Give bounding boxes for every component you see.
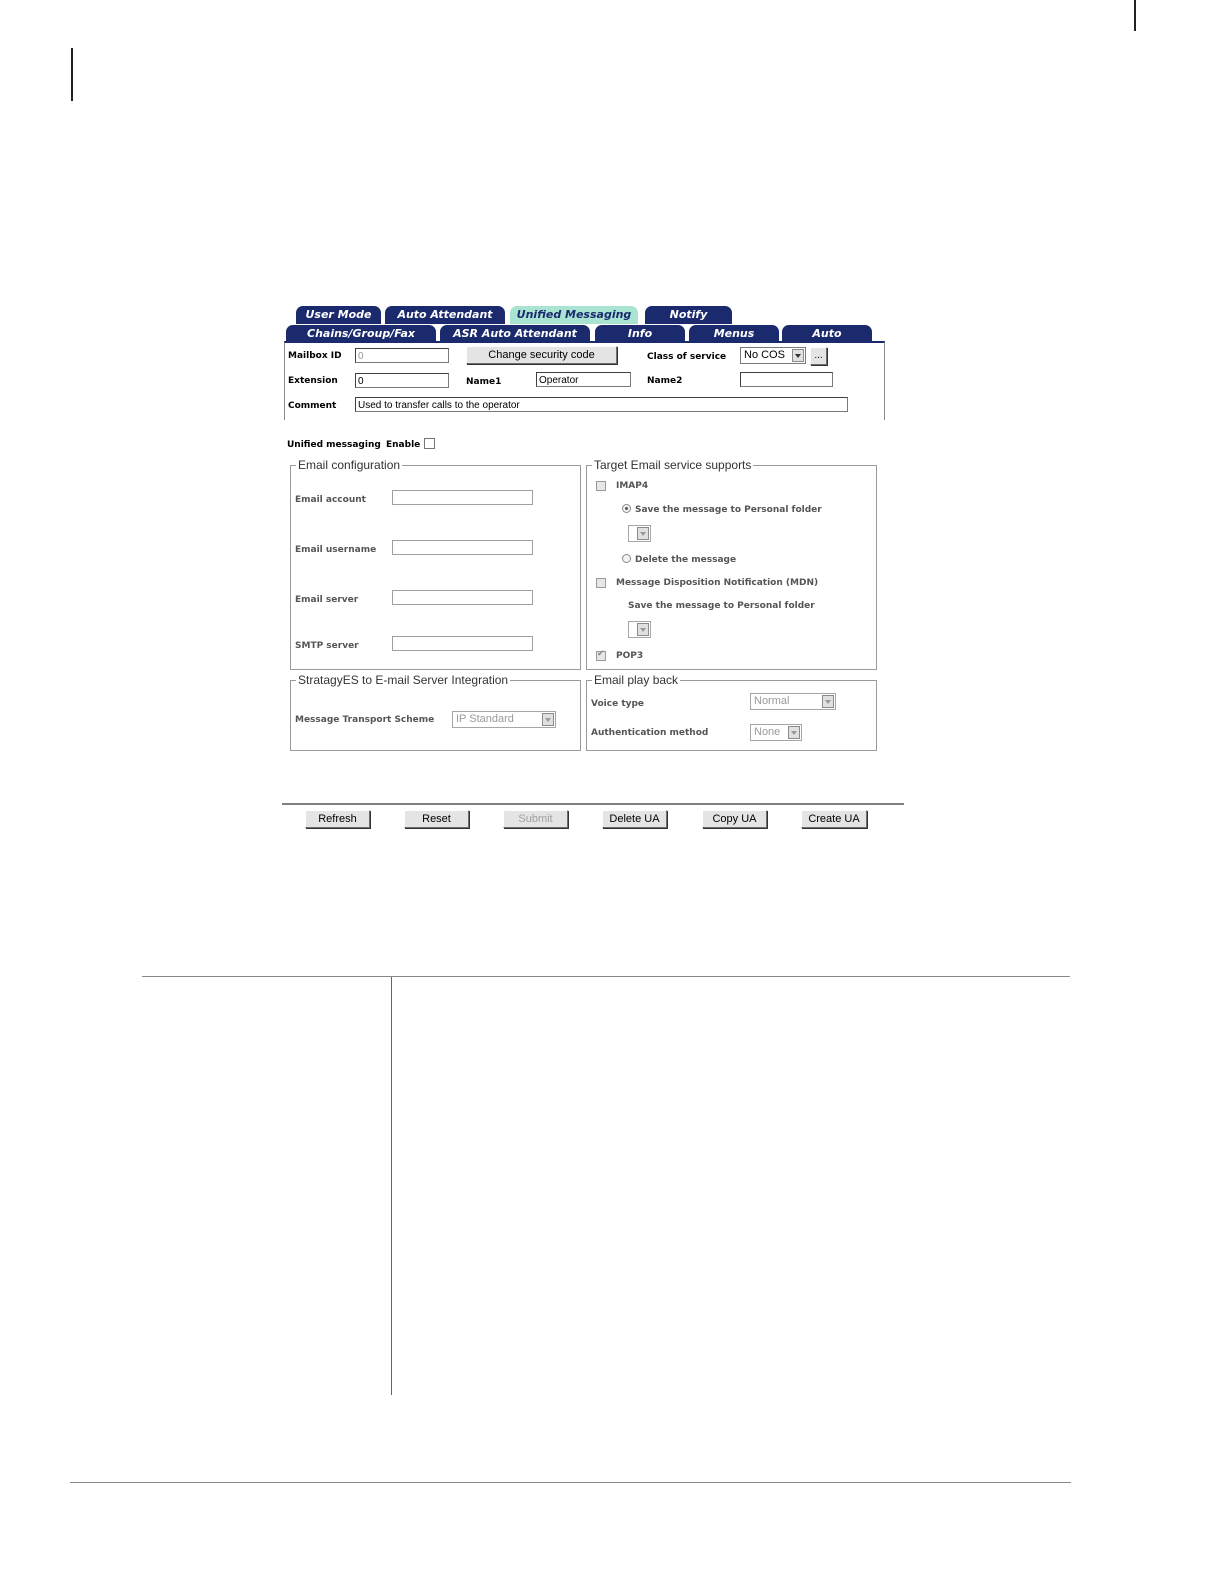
authentication-method-select[interactable]: None <box>750 724 802 741</box>
page-margin-mark <box>71 48 73 101</box>
change-security-code-button[interactable]: Change security code <box>466 346 617 364</box>
imap4-folder-select[interactable] <box>628 525 651 542</box>
smtp-server-label: SMTP server <box>295 641 359 651</box>
mdn-checkbox[interactable] <box>596 578 606 588</box>
name1-field[interactable]: Operator <box>536 372 631 387</box>
save-to-personal-folder-label: Save the message to Personal folder <box>635 505 822 515</box>
voice-type-value: Normal <box>754 695 790 707</box>
email-configuration-legend: Email configuration <box>298 458 401 472</box>
copy-ua-button[interactable]: Copy UA <box>702 810 767 828</box>
chevron-down-icon <box>792 349 804 362</box>
table-column-divider <box>391 977 392 1395</box>
voice-type-label: Voice type <box>591 699 645 709</box>
email-server-label: Email server <box>295 595 359 605</box>
page-margin-mark <box>1134 0 1136 31</box>
tab-notify[interactable]: Notify <box>645 306 732 324</box>
authentication-method-label: Authentication method <box>591 728 709 738</box>
mailbox-id-label: Mailbox ID <box>288 351 342 361</box>
voice-type-select[interactable]: Normal <box>750 693 836 710</box>
smtp-server-field[interactable] <box>392 636 533 651</box>
enable-label: Enable <box>386 440 421 450</box>
chevron-down-icon <box>637 527 649 540</box>
imap4-label: IMAP4 <box>616 481 649 491</box>
comment-field[interactable]: Used to transfer calls to the operator <box>355 397 848 412</box>
target-email-service-legend: Target Email service supports <box>594 458 752 472</box>
email-account-field[interactable] <box>392 490 533 505</box>
email-username-field[interactable] <box>392 540 533 555</box>
chevron-down-icon <box>542 713 554 726</box>
tab-user-mode[interactable]: User Mode <box>296 306 381 324</box>
authentication-method-value: None <box>754 726 781 738</box>
chevron-down-icon <box>788 726 800 739</box>
pop3-checkbox[interactable] <box>596 649 606 661</box>
email-username-label: Email username <box>295 545 377 555</box>
chevron-down-icon <box>637 623 649 636</box>
unified-messaging-label: Unified messaging <box>287 440 381 450</box>
tab-unified-messaging[interactable]: Unified Messaging <box>510 306 638 324</box>
action-bar-divider <box>282 803 904 805</box>
class-of-service-label: Class of service <box>647 352 727 362</box>
message-transport-scheme-label: Message Transport Scheme <box>295 715 435 725</box>
page-footer-rule <box>70 1482 1071 1483</box>
email-account-label: Email account <box>295 495 366 505</box>
message-transport-scheme-value: IP Standard <box>456 713 514 725</box>
class-of-service-more-button[interactable]: ... <box>810 347 827 365</box>
create-ua-button[interactable]: Create UA <box>801 810 867 828</box>
email-playback-legend: Email play back <box>594 673 679 687</box>
comment-label: Comment <box>288 401 337 411</box>
class-of-service-select[interactable]: No COS <box>740 347 806 364</box>
mdn-save-to-personal-folder-label: Save the message to Personal folder <box>628 601 815 611</box>
name2-field[interactable] <box>740 372 833 387</box>
table-top-rule <box>142 976 1070 977</box>
mdn-folder-select[interactable] <box>628 621 651 638</box>
enable-unified-messaging-checkbox[interactable] <box>424 438 435 449</box>
refresh-button[interactable]: Refresh <box>305 810 370 828</box>
tab-auto-attendant[interactable]: Auto Attendant <box>385 306 505 324</box>
pop3-label: POP3 <box>616 651 644 661</box>
class-of-service-value: No COS <box>744 349 785 361</box>
mailbox-id-field[interactable]: 0 <box>355 348 449 363</box>
submit-button[interactable]: Submit <box>503 810 568 828</box>
message-transport-scheme-select[interactable]: IP Standard <box>452 711 556 728</box>
delete-message-label: Delete the message <box>635 555 737 565</box>
email-playback-group: Email play back <box>586 673 877 751</box>
mdn-label: Message Disposition Notification (MDN) <box>616 578 819 588</box>
server-integration-legend: StratagyES to E-mail Server Integration <box>298 673 509 687</box>
delete-ua-button[interactable]: Delete UA <box>602 810 667 828</box>
reset-button[interactable]: Reset <box>404 810 469 828</box>
name1-label: Name1 <box>466 377 502 387</box>
email-server-field[interactable] <box>392 590 533 605</box>
save-to-personal-folder-radio[interactable] <box>622 504 631 513</box>
delete-message-radio[interactable] <box>622 554 631 563</box>
imap4-checkbox[interactable] <box>596 481 606 491</box>
chevron-down-icon <box>822 695 834 708</box>
extension-field[interactable]: 0 <box>355 373 449 388</box>
name2-label: Name2 <box>647 376 683 386</box>
extension-label: Extension <box>288 376 338 386</box>
